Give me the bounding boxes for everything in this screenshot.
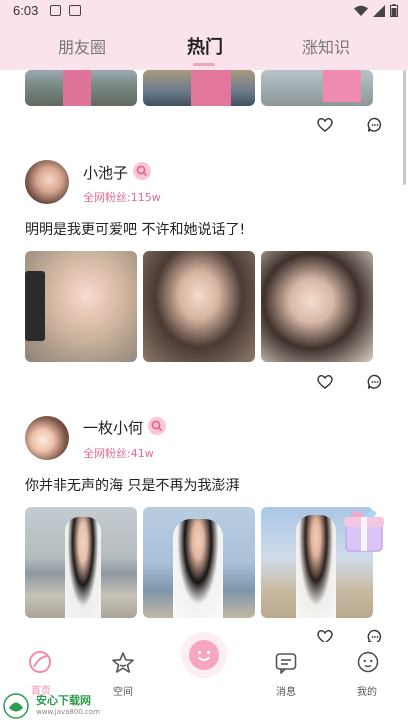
username[interactable]: 一枚小何 (83, 417, 143, 438)
post-photo[interactable] (143, 70, 255, 106)
avatar[interactable] (25, 160, 69, 204)
fans-count: 全网粉丝:115w (83, 191, 161, 204)
tab-knowledge[interactable]: 涨知识 (302, 34, 350, 58)
fans-count: 全网粉丝:41w (83, 447, 154, 460)
nav-label-space[interactable]: 空间 (113, 683, 133, 698)
tab-friends[interactable]: 朋友圈 (58, 34, 106, 58)
photo-detail (323, 70, 361, 102)
post-photo[interactable] (261, 251, 373, 362)
like-heart-icon[interactable] (317, 117, 333, 132)
post-text: 你并非无声的海 只是不再为我澎湃 (25, 478, 240, 494)
watermark-logo-icon (3, 693, 29, 719)
smile-face-icon (189, 640, 219, 670)
bottom-nav: 首页 空间 消息 我的 安心下载网 www.java800.com (0, 632, 408, 725)
wifi-icon (354, 5, 368, 16)
photo-detail (65, 517, 101, 618)
home-icon[interactable] (28, 650, 52, 674)
battery-icon (390, 4, 398, 17)
nav-label-profile[interactable]: 我的 (357, 683, 377, 698)
post-photo[interactable] (261, 70, 373, 106)
avatar[interactable] (25, 416, 69, 460)
signal-icon (373, 4, 385, 17)
post-photo[interactable] (25, 251, 137, 362)
post-photo[interactable] (143, 507, 255, 618)
status-bar: 6:03 (0, 0, 408, 24)
post-photo[interactable] (25, 70, 137, 106)
status-time: 6:03 (13, 3, 39, 18)
profile-face-icon[interactable] (357, 651, 379, 673)
verified-badge-icon (148, 417, 166, 435)
post-photo[interactable] (25, 507, 137, 618)
like-heart-icon[interactable] (317, 374, 333, 389)
center-action-button[interactable] (181, 632, 227, 678)
verified-badge-icon (133, 162, 151, 180)
active-tab-indicator (193, 63, 215, 66)
notification-icon (50, 5, 61, 16)
message-icon[interactable] (275, 652, 297, 674)
post-text: 明明是我更可爱吧 不许和她说话了! (25, 222, 246, 238)
top-tabs: 朋友圈 热门 涨知识 (0, 24, 408, 70)
photo-detail (63, 70, 91, 106)
watermark-url: www.java800.com (36, 708, 100, 716)
star-space-icon[interactable] (111, 651, 135, 675)
photo-detail (191, 70, 231, 106)
watermark-text: 安心下载网 (36, 694, 91, 707)
photo-detail (173, 519, 223, 618)
username[interactable]: 小池子 (83, 162, 128, 183)
notification-icon-2 (69, 5, 81, 16)
photo-detail (296, 515, 336, 618)
nav-label-messages[interactable]: 消息 (276, 683, 296, 698)
post-photo[interactable] (143, 251, 255, 362)
gift-sticker-icon[interactable] (338, 505, 390, 557)
watermark: 安心下载网 www.java800.com (0, 690, 110, 722)
scrollbar[interactable] (403, 70, 406, 185)
status-right (354, 4, 398, 17)
tab-hot[interactable]: 热门 (187, 33, 223, 59)
phone-shape (25, 271, 45, 341)
comment-icon[interactable] (367, 117, 383, 133)
comment-icon[interactable] (367, 374, 383, 390)
